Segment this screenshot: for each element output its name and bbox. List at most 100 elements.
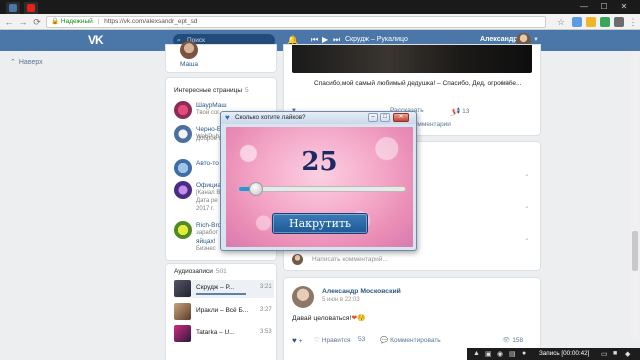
tray-app-icon[interactable]: ◆ [625,350,630,358]
page-name: яйцах! [196,238,216,245]
friend-name[interactable]: Маша [180,61,198,68]
new-tab-button[interactable] [42,2,50,14]
vk-favicon-icon [9,4,17,12]
album-cover [174,280,191,297]
views-number: 158 [512,337,524,344]
track-title: Tatarka – U... [196,329,235,336]
recording-status: Запись [00:00:42] [539,350,589,357]
slider-handle[interactable] [249,182,263,196]
tray-up-arrow-icon[interactable]: ▲ [473,350,480,357]
views-count: 👁 158 [502,336,523,344]
chevron-down-icon[interactable]: ⌄ [524,234,530,242]
vk-logo[interactable]: VK [88,33,104,47]
audio-track[interactable]: Скрудж – Р... 3:21 [174,280,274,298]
comment-placeholder: Написать комментарий... [312,256,388,263]
tray-app-icon[interactable]: ■ [613,350,617,357]
forward-arrow-icon[interactable]: → [18,17,28,27]
page-name: ШаурМаш [196,102,227,109]
page-description: Дата ре [196,198,218,204]
kiss-emoji-icon: 😚 [357,315,366,322]
page-avatar [174,159,192,177]
record-icon[interactable]: ● [522,350,526,357]
youtube-favicon-icon [27,4,35,12]
like-label: Нравится [321,337,351,344]
lock-icon: 🔒 [51,18,60,25]
page-description: Доброе п [196,136,222,142]
browser-tab-vk[interactable] [6,2,20,14]
post-date[interactable]: 5 июн в 22:03 [322,297,360,303]
track-duration: 3:53 [260,329,272,335]
system-taskbar: ▲ ▣ ◉ ▤ ● Запись [00:00:42] ▭ ■ ◆ [467,348,640,360]
dialog-minimize-button[interactable]: – [368,113,378,122]
browser-tab-youtube[interactable] [24,2,38,14]
maximize-window-button[interactable]: ☐ [598,2,610,11]
friend-avatar[interactable] [180,41,198,59]
like-count: 53 [358,336,366,343]
post-text: Давай целоваться!❤😚 [292,314,366,322]
reload-icon[interactable]: ⟳ [32,17,42,27]
bookmark-star-icon[interactable]: ☆ [556,17,566,27]
address-bar[interactable]: 🔒 Надежный | https://vk.com/alexsandr_ep… [46,16,546,28]
next-track-icon[interactable]: ⏭ [333,35,340,45]
scrollbar-thumb[interactable] [632,231,638,271]
comment-icon: 💬 [380,337,389,344]
likes-amount-slider[interactable] [238,182,406,196]
browser-menu-icon[interactable]: ⋮ [628,17,638,27]
interesting-pages-header[interactable]: Интересные страницы 5 [174,87,249,94]
browser-toolbar: ← → ⟳ 🔒 Надежный | https://vk.com/alexsa… [0,14,640,30]
section-title: Аудиозаписи [174,268,213,275]
like-plus-icon: + [298,338,303,345]
page-scrollbar[interactable] [631,51,639,341]
minimize-window-button[interactable]: — [578,2,590,11]
tray-app-icon[interactable]: ▤ [509,350,516,358]
chevron-up-icon: ⌃ [10,59,16,66]
dialog-close-button[interactable]: ✕ [393,113,409,122]
heart-app-icon: ♥ [225,113,230,122]
chevron-down-icon[interactable]: ▼ [533,37,539,43]
extension-icon[interactable] [572,17,582,27]
post-caption-link[interactable]: Спасибо,мой самый любимый дедушка! – Спа… [314,80,521,87]
extension-icon[interactable] [600,17,610,27]
now-playing-track[interactable]: Скрудж – Рукалицо [345,36,408,43]
comment-button[interactable]: 💬 Комментировать [380,336,441,344]
dialog-titlebar[interactable]: ♥ Сколько хотите лайков? – □ ✕ [221,112,416,124]
extension-icon[interactable] [614,17,624,27]
track-progress-bar[interactable] [196,293,246,295]
section-count: 5 [245,87,249,94]
current-user-name[interactable]: Александр [480,36,518,43]
post-photo[interactable] [292,45,532,73]
extension-icon[interactable] [586,17,596,27]
boost-likes-button[interactable]: Накрутить [272,213,368,234]
scroll-to-top-link[interactable]: ⌃ Наверх [10,58,43,66]
tray-app-icon[interactable]: ◉ [497,350,503,358]
prev-track-icon[interactable]: ⏮ [311,35,318,45]
track-duration: 3:21 [260,284,272,290]
tray-app-icon[interactable]: ▣ [485,350,492,358]
audio-track[interactable]: Tatarka – U... 3:53 [174,325,274,343]
address-separator: | [97,18,100,25]
post-author-avatar[interactable] [292,286,314,308]
page-name: Rich-Bro [196,222,222,229]
audio-header[interactable]: Аудиозаписи 501 [174,268,227,275]
chevron-down-icon[interactable]: ⌄ [524,170,530,178]
album-cover [174,303,191,320]
like-button[interactable]: ♥ + [292,336,303,345]
audio-track[interactable]: Иракли – Всё Б... 3:27 [174,303,274,321]
commenter-avatar [292,254,303,265]
likes-amount-value: 25 [301,147,338,177]
post-audio-duration: 4:15 [500,80,513,87]
chevron-down-icon[interactable]: ⌄ [524,202,530,210]
post-text-content: Давай целоваться! [292,315,352,322]
like-label-button[interactable]: ♡ Нравится [314,336,351,344]
page-description: Бизнес [196,246,216,252]
close-window-button[interactable]: ✕ [618,2,630,11]
dialog-maximize-button[interactable]: □ [380,113,390,122]
comment-input[interactable]: Написать комментарий... [292,254,532,266]
post-author-name[interactable]: Александр Московский [322,288,401,295]
play-icon[interactable]: ▶ [322,35,328,44]
camera-icon[interactable]: ▭ [601,350,608,358]
album-cover [174,325,191,342]
page-avatar [174,101,192,119]
back-arrow-icon[interactable]: ← [4,17,14,27]
dialog-body: 25 Накрутить [226,127,413,247]
